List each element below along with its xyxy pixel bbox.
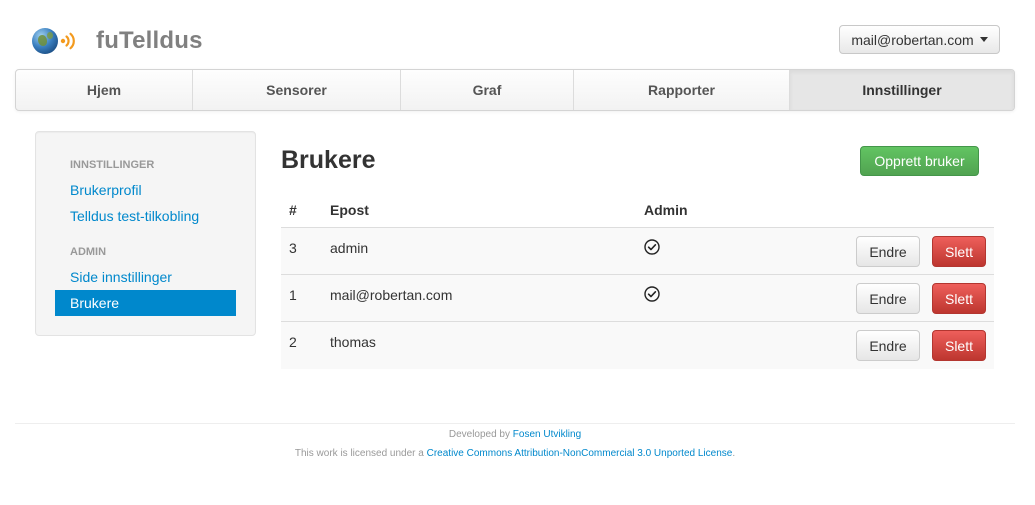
globe-logo-icon: [30, 24, 80, 58]
check-circle-icon: [644, 286, 660, 302]
table-row: 3 admin Endre Slett: [281, 228, 994, 275]
edit-user-button[interactable]: Endre: [856, 236, 920, 267]
delete-user-button[interactable]: Slett: [932, 283, 986, 314]
column-header-epost: Epost: [330, 202, 369, 218]
create-user-button[interactable]: Opprett bruker: [860, 146, 979, 176]
main-navbar: Hjem Sensorer Graf Rapporter Innstilling…: [15, 69, 1015, 111]
footer-developed-by: Developed by Fosen Utvikling: [448, 429, 582, 440]
caret-down-icon: [979, 37, 988, 42]
nav-item-graf[interactable]: Graf: [401, 70, 574, 110]
footer-license: This work is licensed under a Creative C…: [294, 448, 736, 459]
sidebar-header-admin: ADMIN: [70, 246, 107, 258]
sidebar-item-brukere[interactable]: Brukere: [55, 290, 236, 316]
sidebar-item-side-innstillinger[interactable]: Side innstillinger: [70, 269, 172, 285]
user-menu-dropdown[interactable]: mail@robertan.com: [839, 25, 1000, 54]
check-circle-icon: [644, 239, 660, 255]
column-header-admin: Admin: [644, 202, 688, 218]
table-row: 1 mail@robertan.com Endre Slett: [281, 275, 994, 322]
nav-item-hjem[interactable]: Hjem: [16, 70, 193, 110]
row-email: thomas: [330, 334, 376, 350]
page-title: Brukere: [281, 146, 376, 174]
sidebar-header-innstillinger: INNSTILLINGER: [70, 159, 155, 171]
settings-sidebar: INNSTILLINGER Brukerprofil Telldus test-…: [35, 131, 256, 336]
row-id: 3: [289, 240, 297, 256]
table-header: # Epost Admin: [281, 192, 994, 228]
brand[interactable]: fuTelldus: [30, 24, 203, 58]
sidebar-item-brukerprofil[interactable]: Brukerprofil: [70, 182, 142, 198]
edit-user-button[interactable]: Endre: [856, 283, 920, 314]
users-table: # Epost Admin 3 admin Endre Slett 1 mail…: [281, 192, 994, 369]
row-id: 1: [289, 287, 297, 303]
row-email: admin: [330, 240, 369, 256]
license-link[interactable]: Creative Commons Attribution-NonCommerci…: [427, 448, 733, 459]
delete-user-button[interactable]: Slett: [932, 236, 986, 267]
row-id: 2: [289, 334, 297, 350]
app-title: fuTelldus: [96, 27, 203, 54]
nav-item-innstillinger[interactable]: Innstillinger: [790, 70, 1014, 110]
nav-item-sensorer[interactable]: Sensorer: [193, 70, 401, 110]
sidebar-item-telldus-test[interactable]: Telldus test-tilkobling: [70, 208, 199, 224]
edit-user-button[interactable]: Endre: [856, 330, 920, 361]
nav-item-rapporter[interactable]: Rapporter: [574, 70, 790, 110]
row-email: mail@robertan.com: [330, 287, 453, 303]
column-header-id: #: [289, 202, 297, 218]
user-menu-label: mail@robertan.com: [851, 31, 974, 48]
table-row: 2 thomas Endre Slett: [281, 322, 994, 369]
developer-link[interactable]: Fosen Utvikling: [513, 429, 581, 440]
delete-user-button[interactable]: Slett: [932, 330, 986, 361]
footer-divider: [15, 423, 1015, 424]
